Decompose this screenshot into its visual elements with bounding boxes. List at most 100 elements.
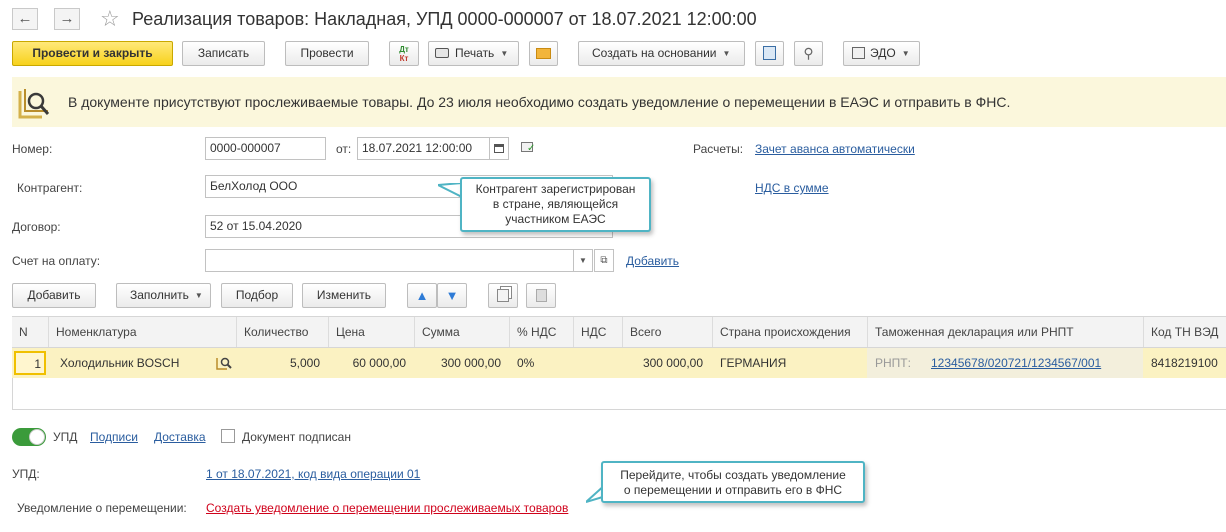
declaration-cell[interactable]: РНПТ: 12345678/020721/1234567/001 bbox=[867, 348, 1143, 378]
save-button[interactable]: Записать bbox=[182, 41, 265, 66]
structure-button[interactable] bbox=[755, 41, 784, 66]
upd-label: УПД: bbox=[12, 467, 40, 481]
settlements-link[interactable]: Зачет аванса автоматически bbox=[755, 142, 915, 156]
chevron-down-icon: ▼ bbox=[194, 291, 203, 300]
move-down-button[interactable]: ▼ bbox=[437, 283, 467, 308]
upd-link[interactable]: 1 от 18.07.2021, код вида операции 01 bbox=[206, 467, 420, 481]
table-row[interactable]: 1 Холодильник BOSCH 5,000 60 000,00 300 … bbox=[12, 348, 1226, 378]
total-cell[interactable]: 300 000,00 bbox=[622, 348, 703, 378]
banner-text: В документе присутствуют прослеживаемые … bbox=[68, 94, 1011, 110]
move-up-button[interactable]: ▲ bbox=[407, 283, 437, 308]
vat-in-sum-link[interactable]: НДС в сумме bbox=[755, 181, 829, 195]
settlements-label: Расчеты: bbox=[693, 142, 744, 156]
contract-label: Договор: bbox=[12, 220, 61, 234]
table-add-button[interactable]: Добавить bbox=[12, 283, 96, 308]
vat-rate-cell[interactable]: 0% bbox=[517, 348, 534, 378]
magnifier-warning-icon bbox=[18, 89, 50, 119]
arrow-right-icon: → bbox=[59, 10, 75, 27]
traceable-item-icon bbox=[216, 355, 232, 374]
edo-icon bbox=[852, 47, 865, 59]
number-label: Номер: bbox=[12, 142, 53, 156]
date-label: от: bbox=[336, 142, 352, 156]
column-header-vat[interactable]: НДС bbox=[573, 317, 622, 347]
chevron-down-icon: ▼ bbox=[500, 49, 509, 58]
calendar-icon bbox=[494, 144, 504, 153]
column-header-price[interactable]: Цена bbox=[328, 317, 414, 347]
document-signed-label: Документ подписан bbox=[242, 430, 351, 444]
item-cell[interactable]: Холодильник BOSCH bbox=[60, 348, 179, 378]
column-header-sum[interactable]: Сумма bbox=[414, 317, 509, 347]
invoice-open-button[interactable]: ⧉ bbox=[594, 249, 614, 272]
row-number-cell[interactable]: 1 bbox=[14, 351, 46, 375]
signatures-link[interactable]: Подписи bbox=[90, 430, 138, 444]
upd-toggle-label: УПД bbox=[53, 430, 78, 444]
column-header-n[interactable]: N bbox=[12, 317, 48, 347]
document-signed-checkbox[interactable] bbox=[221, 429, 235, 443]
price-cell[interactable]: 60 000,00 bbox=[328, 348, 406, 378]
tnved-cell[interactable]: 8418219100 bbox=[1151, 348, 1218, 378]
column-header-tnved[interactable]: Код ТН ВЭД bbox=[1143, 317, 1226, 347]
edo-button[interactable]: ЭДО ▼ bbox=[843, 41, 920, 66]
table-empty-area bbox=[12, 378, 1226, 410]
country-cell[interactable]: ГЕРМАНИЯ bbox=[720, 348, 786, 378]
qty-cell[interactable]: 5,000 bbox=[236, 348, 320, 378]
add-invoice-link[interactable]: Добавить bbox=[626, 254, 679, 268]
delivery-link[interactable]: Доставка bbox=[154, 430, 206, 444]
checked-doc-icon[interactable]: ✓ bbox=[521, 141, 535, 155]
column-header-qty[interactable]: Количество bbox=[236, 317, 328, 347]
invoice-label: Счет на оплату: bbox=[12, 254, 101, 268]
notification-label: Уведомление о перемещении: bbox=[17, 501, 187, 515]
forward-button[interactable]: → bbox=[54, 8, 80, 30]
column-header-vat-rate[interactable]: % НДС bbox=[509, 317, 573, 347]
arrow-down-icon: ▼ bbox=[445, 288, 459, 303]
clipboard-icon bbox=[535, 289, 547, 302]
vat-cell[interactable] bbox=[573, 348, 622, 378]
page-title: Реализация товаров: Накладная, УПД 0000-… bbox=[132, 9, 757, 29]
open-icon: ⧉ bbox=[600, 255, 608, 266]
copy-icon bbox=[497, 289, 509, 302]
paste-row-button[interactable] bbox=[526, 283, 556, 308]
envelope-icon bbox=[536, 48, 551, 59]
upd-toggle[interactable] bbox=[12, 428, 46, 446]
post-and-close-button[interactable]: Провести и закрыть bbox=[12, 41, 173, 66]
column-header-total[interactable]: Всего bbox=[622, 317, 712, 347]
attach-button[interactable]: ⚲ bbox=[794, 41, 823, 66]
invoice-field[interactable] bbox=[205, 249, 574, 272]
create-notification-link[interactable]: Создать уведомление о перемещении просле… bbox=[206, 501, 568, 515]
sum-cell[interactable]: 300 000,00 bbox=[414, 348, 501, 378]
chevron-down-icon: ▼ bbox=[579, 256, 587, 265]
counterparty-label: Контрагент: bbox=[17, 181, 83, 195]
rnpt-label: РНПТ: bbox=[875, 356, 911, 370]
print-button[interactable]: Печать ▼ bbox=[428, 41, 519, 66]
chevron-down-icon: ▼ bbox=[901, 49, 910, 58]
traceable-goods-banner: В документе присутствуют прослеживаемые … bbox=[12, 77, 1226, 127]
rnpt-link[interactable]: 12345678/020721/1234567/001 bbox=[931, 348, 1101, 378]
printer-icon bbox=[435, 48, 449, 58]
copy-row-button[interactable] bbox=[488, 283, 518, 308]
back-button[interactable]: ← bbox=[12, 8, 38, 30]
column-header-declaration[interactable]: Таможенная декларация или РНПТ bbox=[867, 317, 1143, 347]
table-header: N Номенклатура Количество Цена Сумма % Н… bbox=[12, 316, 1226, 348]
arrow-up-icon: ▲ bbox=[415, 288, 429, 303]
email-button[interactable] bbox=[529, 41, 558, 66]
structure-icon bbox=[763, 46, 776, 60]
chevron-down-icon: ▼ bbox=[722, 49, 731, 58]
paperclip-icon: ⚲ bbox=[803, 45, 814, 61]
star-icon[interactable]: ☆ bbox=[100, 6, 120, 32]
column-header-country[interactable]: Страна происхождения bbox=[712, 317, 867, 347]
number-field[interactable]: 0000-000007 bbox=[205, 137, 326, 160]
notification-tooltip: Перейдите, чтобы создать уведомление о п… bbox=[601, 461, 865, 503]
selection-button[interactable]: Подбор bbox=[221, 283, 293, 308]
date-field[interactable]: 18.07.2021 12:00:00 bbox=[357, 137, 490, 160]
column-header-item[interactable]: Номенклатура bbox=[48, 317, 236, 347]
fill-button[interactable]: Заполнить ▼ bbox=[116, 283, 211, 308]
create-based-on-button[interactable]: Создать на основании ▼ bbox=[578, 41, 745, 66]
arrow-left-icon: ← bbox=[17, 10, 33, 27]
change-button[interactable]: Изменить bbox=[302, 283, 386, 308]
dt-kt-button[interactable]: Дт Кт bbox=[389, 41, 419, 66]
invoice-dropdown-button[interactable]: ▼ bbox=[573, 249, 593, 272]
calendar-button[interactable] bbox=[489, 137, 509, 160]
dtkt-icon: Дт bbox=[399, 45, 409, 54]
counterparty-tooltip: Контрагент зарегистрирован в стране, явл… bbox=[460, 177, 651, 232]
post-button[interactable]: Провести bbox=[285, 41, 369, 66]
